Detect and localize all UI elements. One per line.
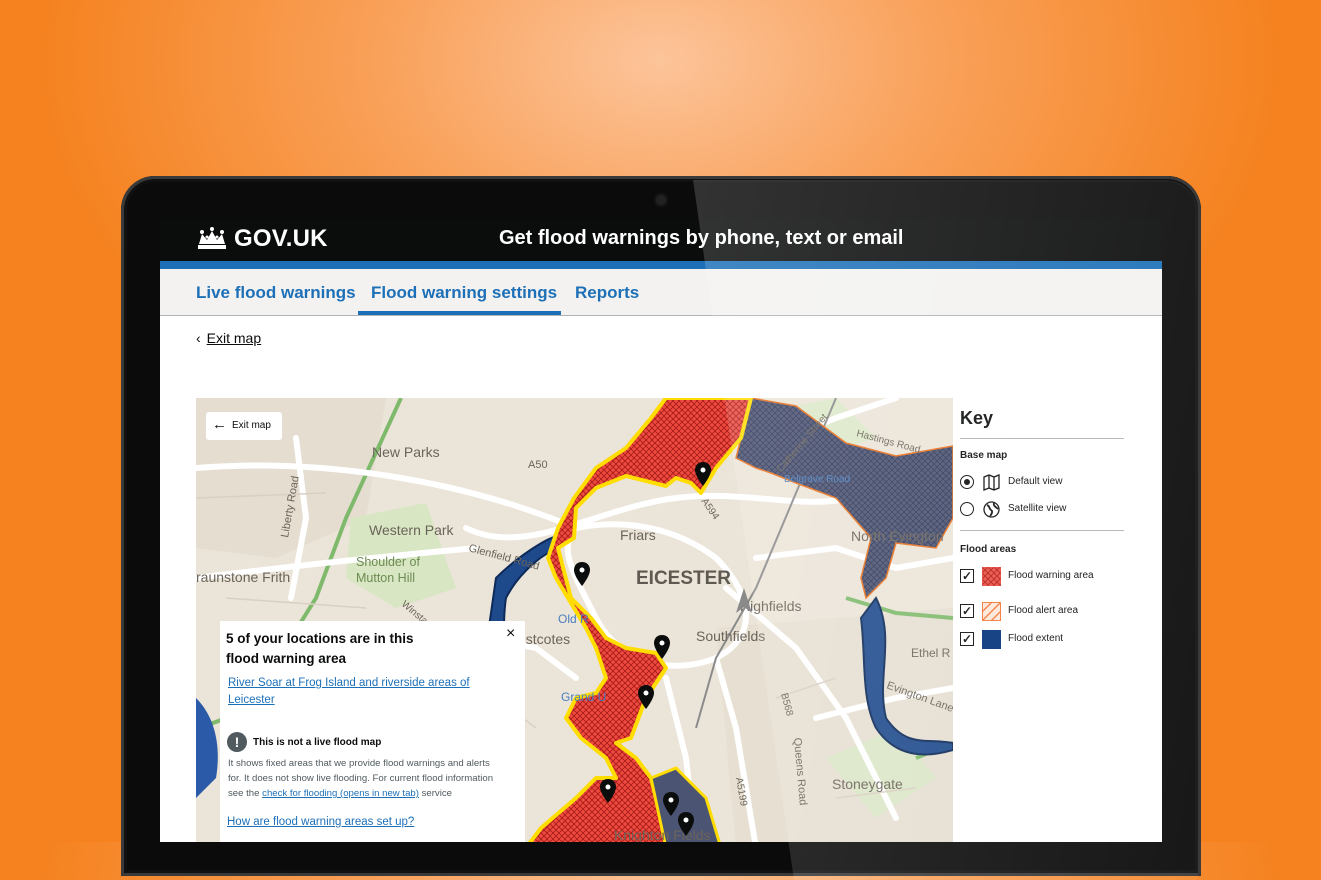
govuk-logo[interactable]: GOV.UK — [234, 225, 328, 253]
chevron-left-icon: ‹ — [196, 330, 201, 346]
label-westcotes: estcotes — [518, 631, 570, 647]
flood-map[interactable]: New Parks Western Park Shoulder of Mutto… — [196, 398, 953, 842]
label-southfields: Southfields — [696, 628, 765, 644]
back-link-label: Exit map — [206, 330, 262, 346]
divider — [960, 438, 1124, 439]
option-label: Default view — [1008, 476, 1063, 487]
how-flood-areas-set-up-link[interactable]: How are flood warning areas set up? — [227, 816, 414, 828]
close-icon[interactable]: × — [506, 625, 515, 643]
label-a50: A50 — [528, 459, 548, 471]
flood-area-option-extent[interactable]: ✓ Flood extent — [960, 630, 1125, 650]
map-exit-button-label: Exit map — [232, 420, 271, 431]
base-map-option-satellite[interactable]: Satellite view — [960, 501, 1125, 520]
tab-reports[interactable]: Reports — [575, 283, 639, 303]
divider — [960, 530, 1124, 531]
header-blue-bar — [160, 261, 1162, 269]
map-icon — [983, 474, 1000, 491]
option-label: Satellite view — [1008, 503, 1067, 514]
option-label: Flood warning area — [1008, 570, 1094, 581]
browser-screen: GOV.UK Get flood warnings by phone, text… — [160, 219, 1162, 842]
base-map-option-default[interactable]: Default view — [960, 474, 1125, 493]
key-title: Key — [960, 408, 994, 428]
label-old-river: Old R — [558, 612, 589, 626]
label-stoneygate: Stoneygate — [832, 776, 903, 792]
crown-icon — [198, 227, 226, 249]
label-shoulder: Shoulder of — [356, 555, 420, 569]
map-exit-button[interactable]: ← Exit map — [206, 412, 282, 440]
checkbox[interactable]: ✓ — [960, 632, 974, 646]
active-tab-indicator — [358, 311, 561, 315]
svg-text:Mutton Hill: Mutton Hill — [356, 571, 415, 585]
exit-map-back-link[interactable]: ‹ Exit map — [196, 330, 261, 346]
warning-text: It shows fixed areas that we provide flo… — [228, 756, 503, 801]
radio-button[interactable] — [960, 475, 974, 489]
warning-text-part: service — [418, 788, 452, 799]
option-label: Flood extent — [1008, 633, 1064, 644]
map-key: Key Base map Default view Satellite view… — [960, 398, 1125, 658]
flood-area-info-panel: 5 of your locations are in this flood wa… — [220, 621, 525, 842]
label-western-park: Western Park — [369, 522, 455, 538]
tab-flood-warning-settings[interactable]: Flood warning settings — [371, 283, 557, 303]
label-new-parks: New Parks — [372, 444, 440, 460]
service-navigation: Live flood warnings Flood warning settin… — [160, 269, 1162, 316]
checkbox[interactable]: ✓ — [960, 569, 974, 583]
service-name[interactable]: Get flood warnings by phone, text or ema… — [499, 227, 904, 250]
warning-title: This is not a live flood map — [253, 737, 382, 748]
warning-icon: ! — [227, 732, 247, 752]
flood-areas-heading: Flood areas — [960, 544, 1017, 555]
panel-title: 5 of your locations are in this flood wa… — [226, 631, 414, 666]
flood-area-link[interactable]: River Soar at Frog Island and riverside … — [228, 675, 488, 709]
flood-area-option-warning[interactable]: ✓ Flood warning area — [960, 567, 1125, 587]
label-belgrave-road: Belgrave Road — [784, 474, 850, 485]
globe-icon — [983, 501, 1000, 518]
label-ethel-road: Ethel R — [911, 646, 951, 660]
radio-button[interactable] — [960, 502, 974, 516]
flood-area-option-alert[interactable]: ✓ Flood alert area — [960, 602, 1125, 622]
checkbox[interactable]: ✓ — [960, 604, 974, 618]
webcam — [656, 195, 666, 205]
label-knighton-fields: Knighton Fields — [614, 827, 711, 842]
check-for-flooding-link[interactable]: check for flooding (opens in new tab) — [262, 788, 419, 799]
label-friars: Friars — [620, 527, 656, 543]
arrow-left-icon: ← — [212, 416, 227, 433]
label-grand-union: Grand U — [561, 690, 606, 704]
flood-warning-swatch-icon — [982, 567, 1001, 586]
flood-extent-swatch-icon — [982, 630, 1001, 649]
label-north-evington: North Evington — [851, 528, 944, 544]
option-label: Flood alert area — [1008, 605, 1079, 616]
label-braunstone-frith: raunstone Frith — [196, 569, 290, 585]
tab-live-flood-warnings[interactable]: Live flood warnings — [196, 283, 356, 303]
label-leicester: EICESTER — [636, 568, 731, 589]
govuk-header: GOV.UK Get flood warnings by phone, text… — [160, 219, 1162, 261]
base-map-heading: Base map — [960, 450, 1008, 461]
flood-alert-swatch-icon — [982, 602, 1001, 621]
